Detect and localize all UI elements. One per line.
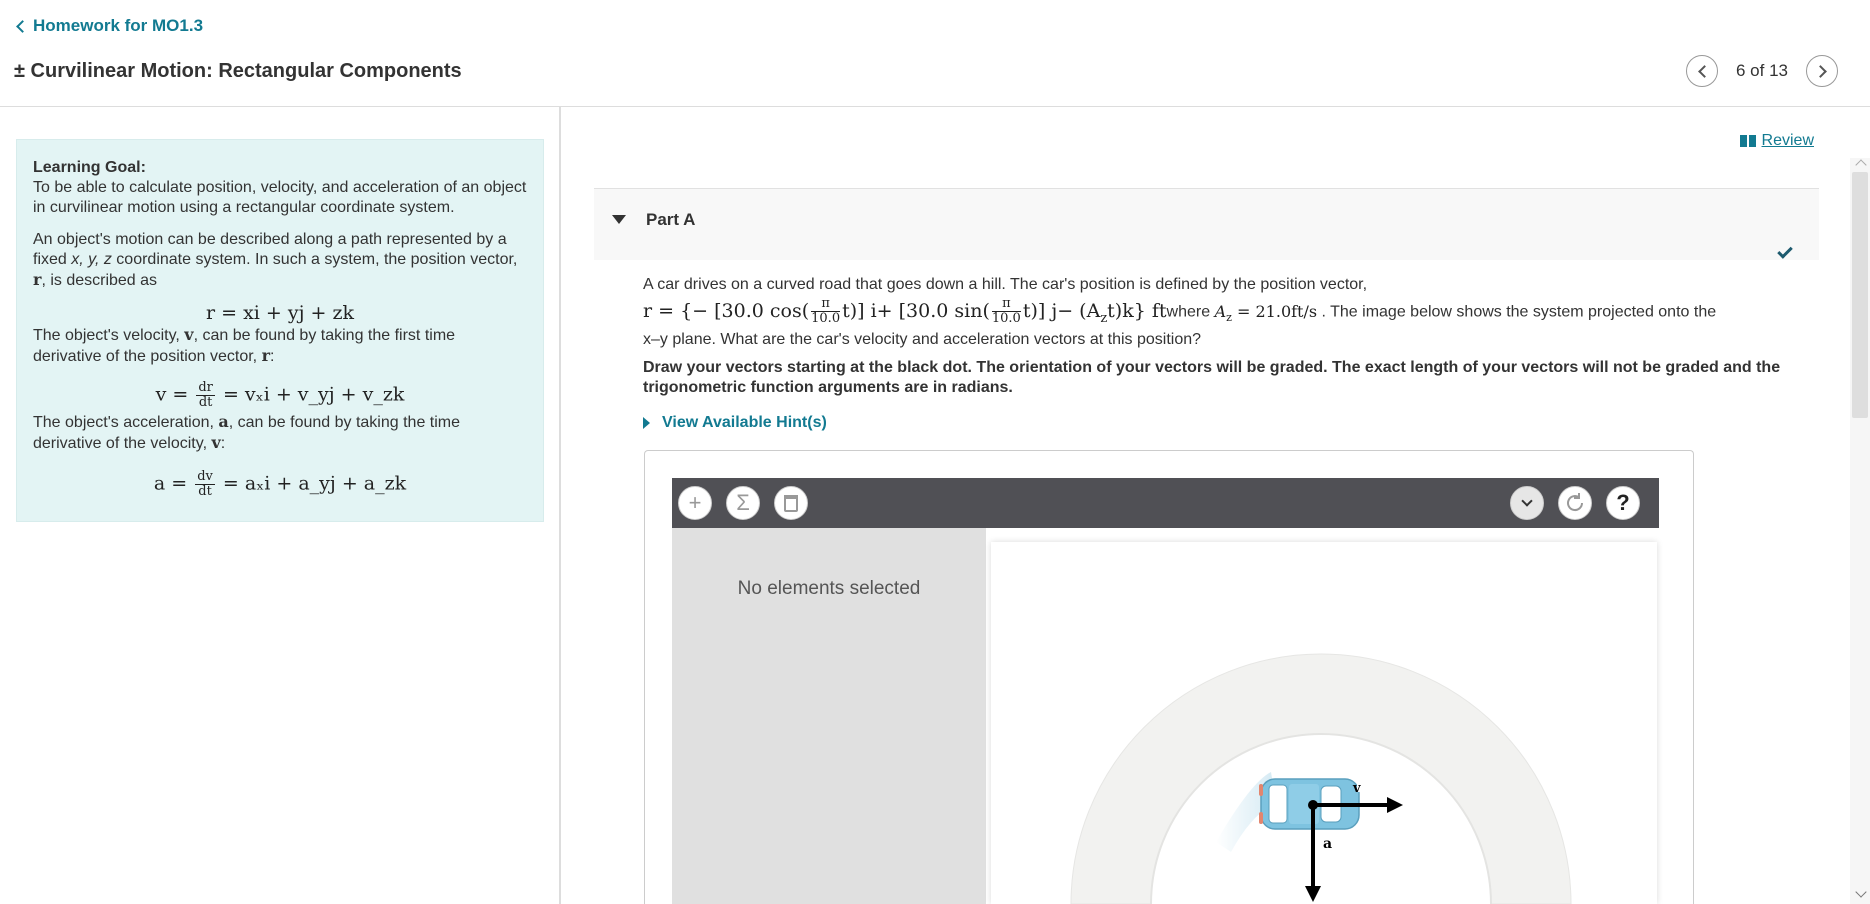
pi-over-10-fraction: π 10.0 [811, 297, 841, 326]
v-symbol: v [211, 433, 221, 452]
pager: 6 of 13 [1686, 55, 1838, 87]
velocity-eq-rhs: = vₓi + v_yj + v_zk [222, 383, 405, 406]
position-vector-line: r = {− [30.0 cos(π 10.0 t)] i+ [30.0 sin(π… [643, 297, 1815, 328]
help-button[interactable]: ? [1606, 486, 1640, 520]
reset-icon [1567, 493, 1584, 512]
question-mark-icon: ? [1616, 490, 1630, 515]
back-link-label: Homework for MO1.3 [33, 16, 204, 35]
drawing-toolbar: + Σ ? [672, 478, 1659, 528]
no-selection-message: No elements selected [737, 578, 921, 599]
options-dropdown-button[interactable] [1510, 486, 1544, 520]
part-a-title: Part A [646, 210, 696, 229]
fraction-denominator: 10.0 [991, 311, 1021, 326]
review-label: Review [1761, 132, 1814, 149]
chevron-left-icon [1697, 64, 1711, 78]
acceleration-fraction: dv dt [195, 470, 215, 499]
fraction-denominator: dt [198, 484, 212, 499]
view-hints-link[interactable]: View Available Hint(s) [643, 414, 827, 432]
az-symbol: A [1214, 301, 1227, 321]
chevron-left-icon [16, 19, 29, 33]
goal-paragraph-3c: : [220, 435, 226, 452]
question-line-1: A car drives on a curved road that goes … [643, 276, 1368, 293]
hint-label: View Available Hint(s) [662, 414, 827, 431]
sigma-button[interactable]: Σ [726, 486, 760, 520]
pane-divider[interactable] [559, 107, 561, 904]
previous-item-button[interactable] [1686, 55, 1718, 87]
eq-part-2: t)] i+ [30.0 sin( [842, 299, 990, 322]
goal-paragraph-1c: , is described as [41, 272, 158, 289]
scrollbar-thumb[interactable] [1852, 172, 1868, 418]
caret-right-icon [643, 417, 650, 429]
reset-button[interactable] [1558, 486, 1592, 520]
next-item-button[interactable] [1806, 55, 1838, 87]
drawing-instructions: Draw your vectors starting at the black … [643, 359, 1781, 396]
pager-position: 6 of 13 [1736, 61, 1788, 80]
delete-button[interactable] [774, 486, 808, 520]
position-equation: r = xi + yj + zk [205, 302, 355, 324]
fraction-numerator: π [811, 297, 841, 312]
fraction-numerator: dv [195, 469, 215, 485]
az-value: Az = 21.0ft/s [1214, 301, 1318, 324]
element-properties-pane: No elements selected [672, 528, 986, 904]
velocity-fraction: dr dt [196, 381, 215, 410]
question-line-3: x–y plane. What are the car's velocity a… [643, 331, 1202, 349]
acceleration-eq-lhs: a = [153, 472, 188, 495]
learning-goal-panel: Learning Goal: To be able to calculate p… [16, 139, 544, 522]
chevron-down-icon [1521, 495, 1533, 507]
position-vector-equation: r = {− [30.0 cos(π 10.0 t)] i+ [30.0 sin(π… [643, 297, 1167, 326]
question-text: A car drives on a curved road that goes … [643, 275, 1815, 350]
fraction-numerator: dr [196, 380, 215, 396]
v-symbol: v [184, 325, 194, 344]
checkmark-icon [1777, 243, 1793, 259]
goal-paragraph-3: The object's acceleration, [33, 414, 219, 431]
where-text: where [1166, 303, 1215, 321]
chevron-right-icon [1813, 64, 1827, 78]
question-line-2-tail: . The image below shows the system proje… [1317, 303, 1717, 321]
fraction-denominator: 10.0 [811, 311, 841, 326]
page-title: ± Curvilinear Motion: Rectangular Compon… [14, 60, 462, 82]
fraction-numerator: π [991, 297, 1021, 312]
az-number: = 21.0ft/s [1231, 301, 1318, 321]
caret-down-icon [612, 215, 626, 224]
fraction-denominator: dt [198, 395, 213, 410]
velocity-eq-lhs: v = [155, 383, 189, 406]
trash-icon [784, 494, 798, 512]
eq-part-1: r = {− [30.0 cos( [643, 299, 810, 322]
r-symbol: r [261, 346, 271, 365]
acceleration-label: a [1323, 836, 1332, 852]
road-diagram: v a [1070, 653, 1572, 904]
review-link[interactable]: Review [1739, 132, 1814, 150]
goal-paragraph-1b: coordinate system. In such a system, the… [111, 251, 518, 268]
goal-paragraph-2: The object's velocity, [33, 327, 185, 344]
plus-icon: + [688, 490, 702, 515]
drawing-canvas[interactable]: v a [991, 542, 1657, 904]
goal-paragraph-2c: : [270, 348, 275, 365]
xyz-symbol: x, y, z [71, 251, 112, 268]
eq-part-3: t)] j− (A [1022, 299, 1101, 322]
eq-part-4: t)k} ft [1107, 299, 1167, 322]
back-to-homework-link[interactable]: Homework for MO1.3 [14, 16, 203, 36]
pi-over-10-fraction: π 10.0 [991, 297, 1021, 326]
acceleration-equation: a = dv dt = aₓi + a_yj + a_zk [33, 470, 527, 499]
velocity-label: v [1352, 781, 1361, 796]
book-icon [1739, 135, 1756, 147]
velocity-equation: v = dr dt = vₓi + v_yj + v_zk [33, 381, 527, 410]
header-divider [0, 106, 1870, 107]
add-element-button[interactable]: + [678, 486, 712, 520]
sigma-icon: Σ [736, 490, 750, 515]
acceleration-eq-rhs: = aₓi + a_yj + a_zk [222, 472, 407, 495]
a-symbol: a [218, 412, 229, 431]
learning-goal-title: Learning Goal: [33, 159, 146, 176]
part-a-header[interactable]: Part A [594, 188, 1819, 260]
learning-goal-text: To be able to calculate position, veloci… [33, 179, 527, 216]
